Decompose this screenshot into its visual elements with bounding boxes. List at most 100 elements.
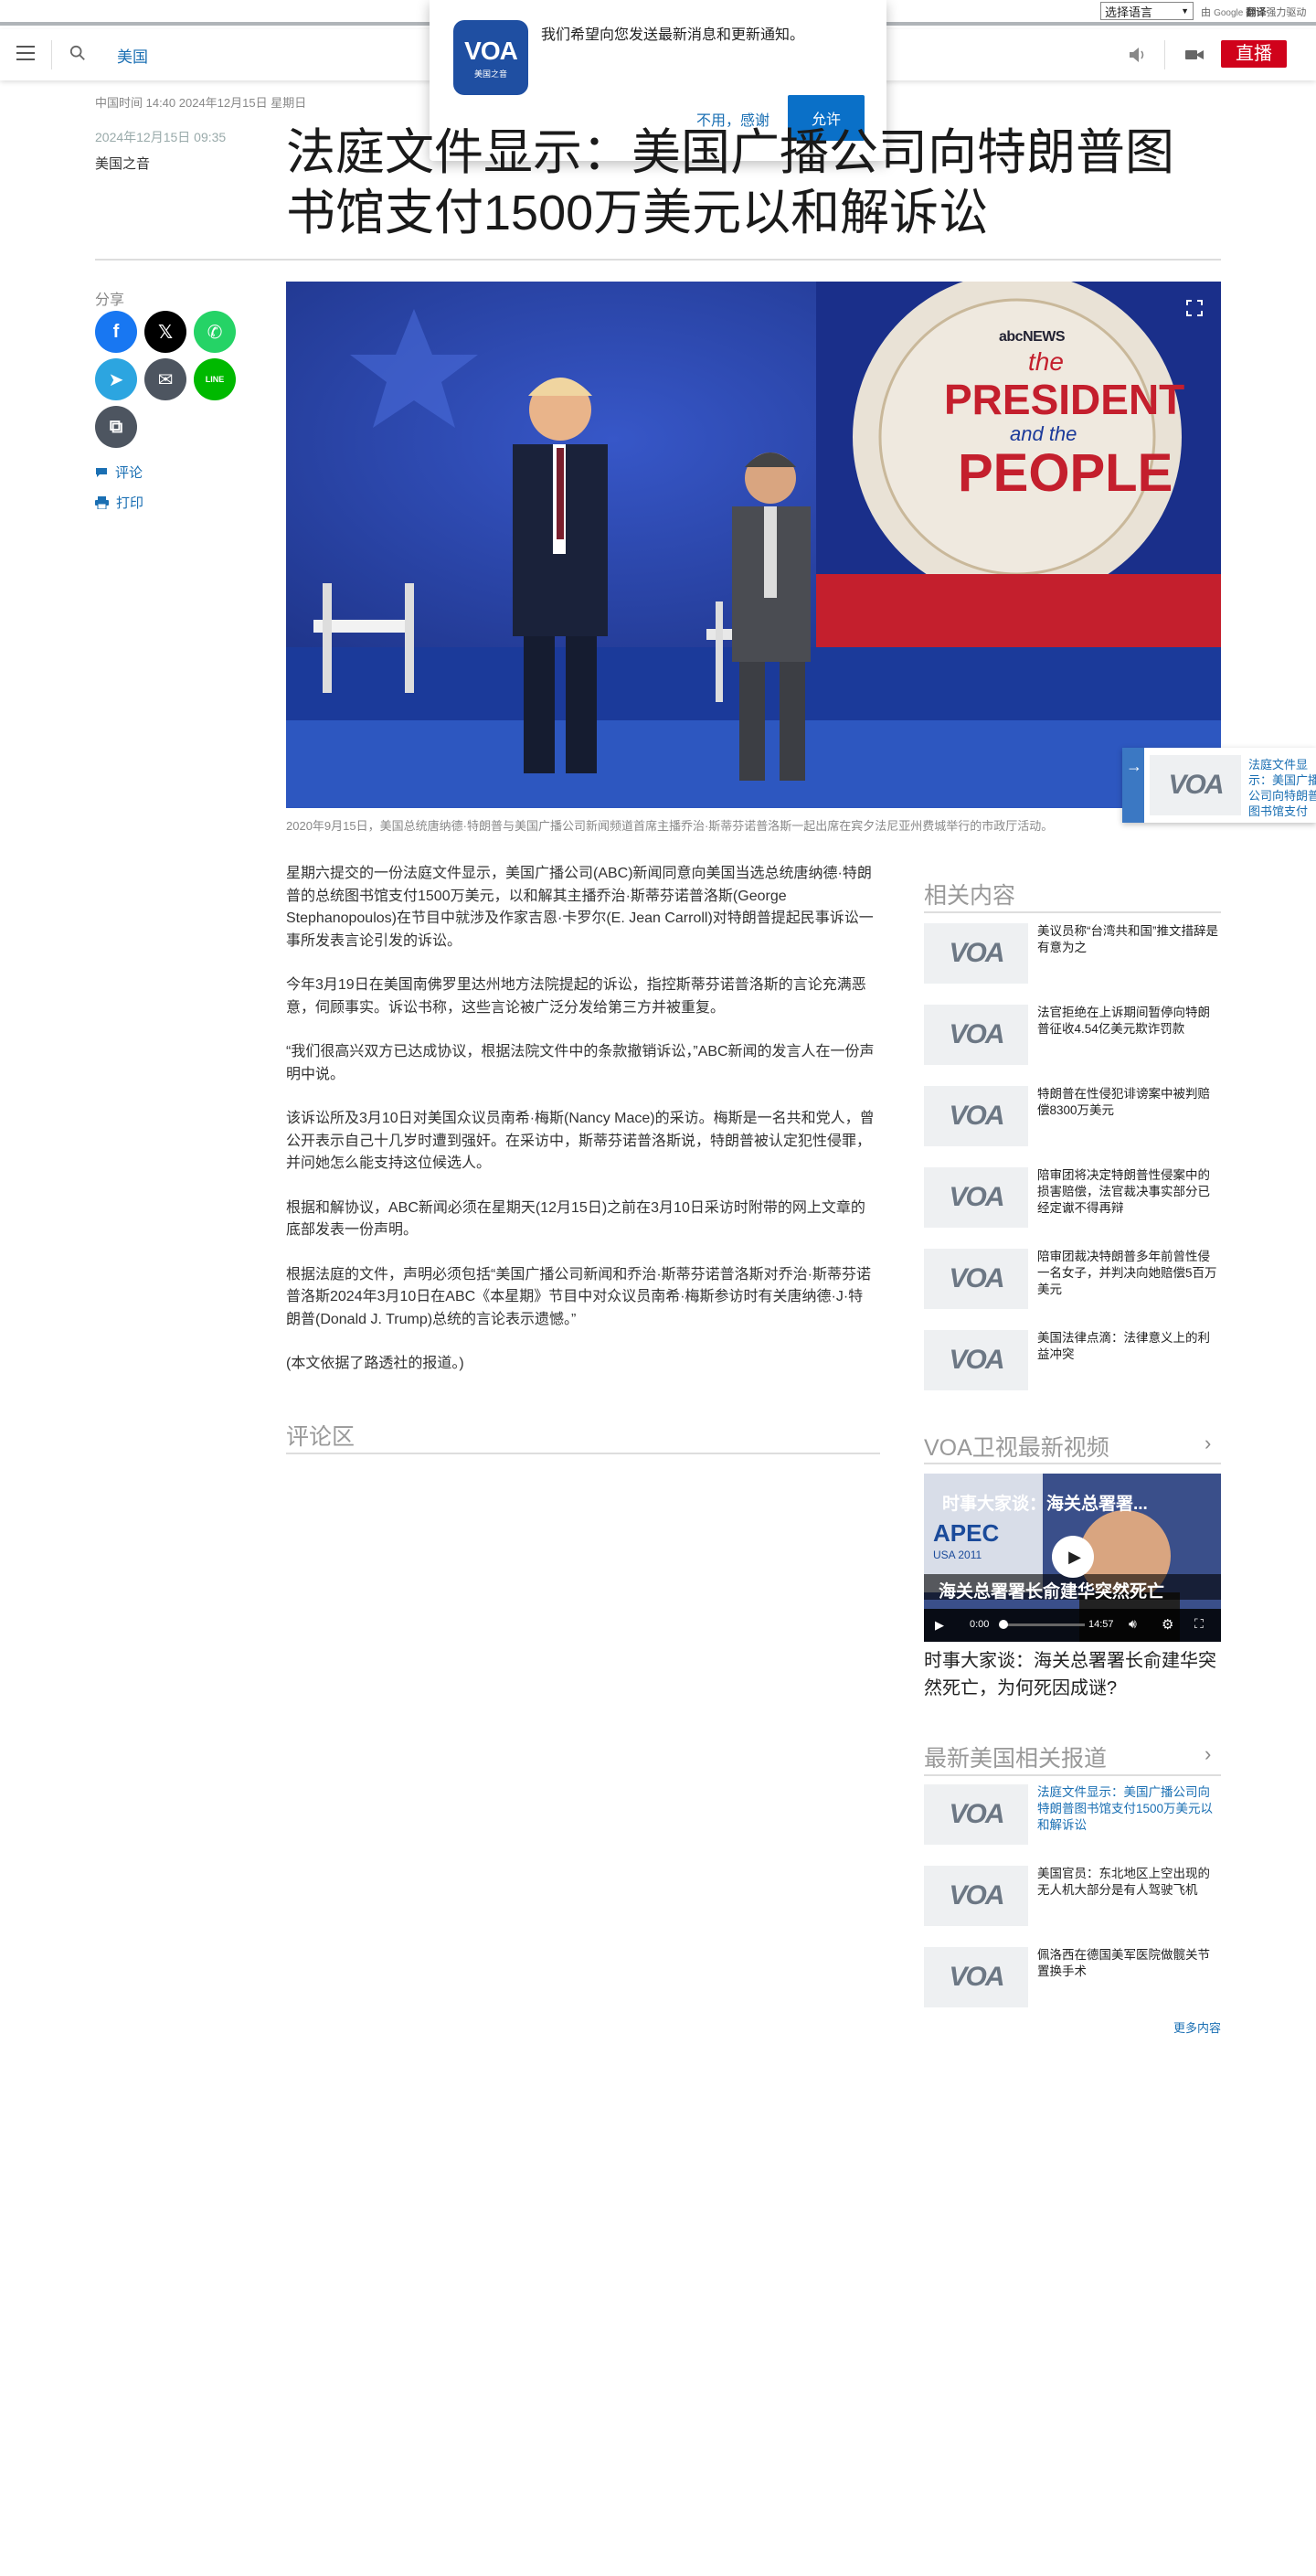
voa-placeholder-thumbnail: VOA xyxy=(924,1167,1028,1228)
latest-item[interactable]: VOA 美国官员：东北地区上空出现的无人机大部分是有人驾驶飞机 xyxy=(924,1866,1221,1926)
arrow-right-icon: → xyxy=(1126,757,1142,775)
copy-icon: ⧉ xyxy=(109,416,123,437)
comments-title: 评论区 xyxy=(286,1424,356,1450)
fullscreen-icon[interactable]: ⛶ xyxy=(1194,1616,1204,1632)
apec-sub: USA 2011 xyxy=(933,1549,982,1561)
x-icon: 𝕏 xyxy=(157,322,174,343)
video-camera-icon[interactable] xyxy=(1184,47,1205,63)
total-time: 14:57 xyxy=(1088,1619,1114,1630)
hamburger-menu-icon[interactable] xyxy=(16,46,35,60)
related-item[interactable]: VOA 美国法律点滴：法律意义上的利益冲突 xyxy=(924,1330,1221,1390)
latest-item-title: 美国官员：东北地区上空出现的无人机大部分是有人驾驶飞机 xyxy=(1037,1867,1210,1897)
voa-placeholder-thumbnail: VOA xyxy=(924,1947,1028,2007)
related-item[interactable]: VOA 陪审团裁决特朗普多年前曾性侵一名女子，并判决向她赔偿5百万美元 xyxy=(924,1249,1221,1309)
paragraph: 根据法庭的文件，声明必须包括“美国广播公司新闻和乔治·斯蒂芬诺普洛斯对乔治·斯蒂… xyxy=(286,1266,871,1327)
language-select-value: 选择语言 xyxy=(1105,5,1153,19)
current-time: 0:00 xyxy=(970,1619,990,1630)
line-icon: LINE xyxy=(205,375,225,384)
video-overlay-title: 时事大家谈：海关总署署... xyxy=(942,1495,1148,1514)
title-divider xyxy=(95,259,1221,261)
print-label: 打印 xyxy=(116,495,144,511)
voa-placeholder-thumbnail: VOA xyxy=(924,1330,1028,1390)
comment-icon xyxy=(96,467,107,477)
print-icon xyxy=(95,495,109,509)
video-player[interactable]: 时事大家谈：海关总署署... APEC USA 2011 海关总署署长俞建华突然… xyxy=(924,1474,1221,1642)
article-title: 法庭文件显示：美国广播公司向特朗普图书馆支付1500万美元以和解诉讼 xyxy=(286,125,1174,240)
related-item-title: 法官拒绝在上诉期间暂停向特朗普征收4.54亿美元欺诈罚款 xyxy=(1037,1006,1210,1036)
notification-message: 我们希望向您发送最新消息和更新通知。 xyxy=(541,27,805,43)
chevron-down-icon: ▼ xyxy=(1181,6,1189,16)
whatsapp-share-button[interactable]: ✆ xyxy=(194,311,236,353)
video-title-link[interactable]: 时事大家谈：海关总署署长俞建华突然死亡，为何死因成谜? xyxy=(924,1647,1226,1702)
voa-placeholder-thumbnail: VOA xyxy=(924,1866,1028,1926)
article-body: 星期六提交的一份法庭文件显示，美国广播公司(ABC)新闻同意向美国当选总统唐纳德… xyxy=(286,863,876,1398)
fullscreen-icon[interactable] xyxy=(1186,300,1203,316)
telegram-icon: ➤ xyxy=(108,369,124,390)
voa-placeholder-thumbnail: VOA xyxy=(924,923,1028,984)
voa-placeholder-thumbnail: VOA xyxy=(924,1784,1028,1845)
related-item-title: 特朗普在性侵犯诽谤案中被判赔偿8300万美元 xyxy=(1037,1087,1210,1117)
header-divider xyxy=(51,40,52,69)
related-item[interactable]: VOA 特朗普在性侵犯诽谤案中被判赔偿8300万美元 xyxy=(924,1086,1221,1146)
email-icon: ✉ xyxy=(157,369,174,390)
chevron-right-icon[interactable]: › xyxy=(1205,1432,1211,1455)
related-divider xyxy=(924,911,1221,913)
related-item-title: 陪审团裁决特朗普多年前曾性侵一名女子，并判决向她赔偿5百万美元 xyxy=(1037,1250,1217,1296)
search-icon[interactable] xyxy=(69,45,86,61)
dateline: 中国时间 14:40 2024年12月15日 星期日 xyxy=(95,96,307,110)
facebook-icon: f xyxy=(112,321,120,342)
whatsapp-icon: ✆ xyxy=(207,322,223,343)
x-share-button[interactable]: 𝕏 xyxy=(144,311,186,353)
settings-icon[interactable]: ⚙ xyxy=(1162,1616,1173,1633)
play-button[interactable]: ▶ xyxy=(1052,1536,1094,1578)
paragraph: 该诉讼所及3月10日对美国众议员南希·梅斯(Nancy Mace)的采访。梅斯是… xyxy=(286,1111,875,1171)
video-divider xyxy=(924,1463,1221,1464)
paragraph: (本文依据了路透社的报道。) xyxy=(286,1356,464,1371)
latest-item[interactable]: VOA 佩洛西在德国美军医院做髋关节置换手术 xyxy=(924,1947,1221,2007)
progress-handle[interactable] xyxy=(999,1620,1008,1629)
line-share-button[interactable]: LINE xyxy=(194,358,236,400)
floating-article-card[interactable]: → VOA 法庭文件显示：美国广播公司向特朗普图书馆支付1500万美元以和解诉讼 xyxy=(1122,748,1316,823)
video-section-heading[interactable]: VOA卫视最新视频 xyxy=(924,1430,1109,1463)
video-subtitle: 海关总署署长俞建华突然死亡 xyxy=(939,1582,1165,1602)
related-item[interactable]: VOA 美议员称“台湾共和国”推文措辞是有意为之 xyxy=(924,923,1221,984)
language-select[interactable]: 选择语言 ▼ xyxy=(1100,2,1194,20)
hero-figures xyxy=(313,378,811,781)
related-item[interactable]: VOA 法官拒绝在上诉期间暂停向特朗普征收4.54亿美元欺诈罚款 xyxy=(924,1005,1221,1065)
print-link[interactable]: 打印 xyxy=(95,493,143,512)
related-item[interactable]: VOA 陪审团将决定特朗普性侵案中的损害赔偿，法官裁决事实部分已经定谳不得再辩 xyxy=(924,1167,1221,1228)
paragraph: 今年3月19日在美国南佛罗里达州地方法院提起的诉讼，指控斯蒂芬诺普洛斯的言论充满… xyxy=(286,977,866,1016)
video-controls: ▶ 0:00 14:57 🔊︎ ⚙ ⛶ xyxy=(924,1609,1221,1642)
paragraph: 星期六提交的一份法庭文件显示，美国广播公司(ABC)新闻同意向美国当选总统唐纳德… xyxy=(286,866,874,949)
more-content-link[interactable]: 更多内容 xyxy=(1173,2018,1221,2036)
speaker-icon[interactable] xyxy=(1128,46,1148,64)
image-caption: 2020年9月15日，美国总统唐纳德·特朗普与美国广播公司新闻频道首席主播乔治·… xyxy=(286,819,1054,833)
chevron-right-icon[interactable]: › xyxy=(1205,1742,1211,1766)
latest-item-title: 法庭文件显示：美国广播公司向特朗普图书馆支付1500万美元以和解诉讼 xyxy=(1037,1785,1214,1832)
progress-bar[interactable] xyxy=(1003,1623,1085,1626)
related-item-title: 陪审团将决定特朗普性侵案中的损害赔偿，法官裁决事实部分已经定谳不得再辩 xyxy=(1037,1168,1210,1215)
related-heading: 相关内容 xyxy=(924,883,1016,909)
copy-link-button[interactable]: ⧉ xyxy=(95,406,137,448)
floating-card-text: 法庭文件显示：美国广播公司向特朗普图书馆支付1500万美元以和解诉讼 xyxy=(1248,758,1316,817)
telegram-share-button[interactable]: ➤ xyxy=(95,358,137,400)
voa-placeholder-thumbnail: VOA xyxy=(1150,755,1241,815)
play-control-icon[interactable]: ▶ xyxy=(935,1618,944,1633)
comment-link[interactable]: 评论 xyxy=(95,463,143,482)
paragraph: “我们很高兴双方已达成协议，根据法院文件中的条款撤销诉讼，”ABC新闻的发言人在… xyxy=(286,1044,875,1082)
email-share-button[interactable]: ✉ xyxy=(144,358,186,400)
facebook-share-button[interactable]: f xyxy=(95,311,137,353)
google-logo: Google xyxy=(1214,8,1244,18)
latest-heading[interactable]: 最新美国相关报道 xyxy=(924,1740,1107,1773)
volume-icon[interactable]: 🔊︎ xyxy=(1129,1616,1137,1632)
play-icon: ▶ xyxy=(1068,1547,1081,1566)
latest-item[interactable]: VOA 法庭文件显示：美国广播公司向特朗普图书馆支付1500万美元以和解诉讼 xyxy=(924,1784,1221,1845)
voa-placeholder-thumbnail: VOA xyxy=(924,1005,1028,1065)
latest-divider xyxy=(924,1774,1221,1776)
latest-item-title: 佩洛西在德国美军医院做髋关节置换手术 xyxy=(1037,1948,1210,1978)
section-link[interactable]: 美国 xyxy=(117,44,148,67)
google-translate-credit: 由 Google 翻译强力驱动 xyxy=(1201,7,1307,18)
live-button[interactable]: 直播 xyxy=(1221,40,1287,68)
comment-label: 评论 xyxy=(115,465,143,481)
voa-placeholder-thumbnail: VOA xyxy=(924,1086,1028,1146)
